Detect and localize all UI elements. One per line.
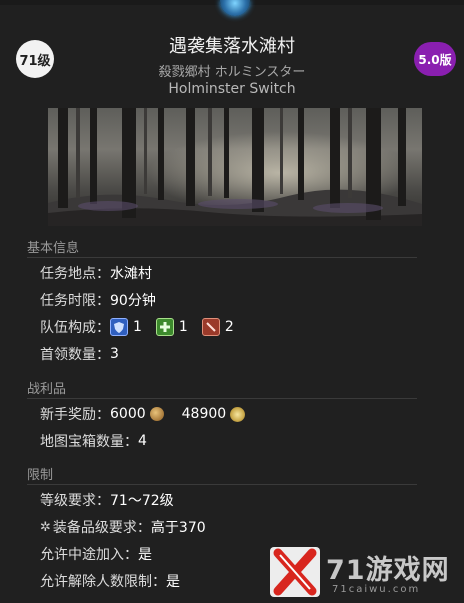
section-header-loot: 战利品: [27, 378, 417, 399]
boss-count-label: 首领数量：: [40, 347, 110, 363]
row-level-requirement: 等级要求： 71～72级: [40, 491, 174, 509]
join-in-progress-value: 是: [138, 547, 152, 563]
dungeon-title: 遇袭集落水滩村: [169, 36, 295, 57]
healer-count: 1: [178, 319, 188, 335]
novice-exp-value: 48900: [181, 406, 227, 422]
location-label: 任务地点：: [40, 266, 110, 282]
row-location: 任务地点： 水滩村: [40, 264, 152, 282]
item-level-value: 高于370: [150, 520, 206, 536]
dungeon-banner-image: [48, 108, 422, 226]
item-level-icon: ✲: [40, 519, 51, 535]
location-value: 水滩村: [110, 266, 152, 282]
section-header-basic-info: 基本信息: [27, 237, 417, 258]
item-level-label: 装备品级要求：: [52, 520, 151, 536]
tank-role-icon: [110, 318, 128, 336]
novice-reward-label: 新手奖励：: [40, 407, 110, 423]
watermark-url: 71caiwu.com: [332, 584, 421, 595]
row-party-composition: 队伍构成： 1 1 2: [40, 318, 234, 336]
experience-icon: [230, 406, 246, 422]
unrestricted-party-value: 是: [166, 574, 180, 590]
tank-count: 1: [133, 319, 142, 335]
watermark-text: 71游戏网: [326, 555, 450, 586]
level-requirement-value: 71～72级: [110, 493, 174, 509]
row-time-limit: 任务时限： 90分钟: [40, 291, 156, 309]
row-boss-count: 首领数量： 3: [40, 345, 119, 363]
boss-count-value: 3: [110, 346, 119, 362]
dungeon-subtitle-japanese: 殺戮郷村 ホルミンスター: [158, 65, 306, 80]
join-in-progress-label: 允许中途加入：: [40, 547, 138, 563]
row-item-level-requirement: ✲ 装备品级要求： 高于370: [40, 518, 206, 537]
row-join-in-progress: 允许中途加入： 是: [40, 545, 152, 563]
dps-count: 2: [224, 319, 234, 335]
row-novice-reward: 新手奖励： 6000 48900: [40, 405, 246, 423]
party-label: 队伍构成：: [40, 320, 110, 336]
dungeon-subtitle-english: Holminster Switch: [168, 81, 296, 97]
watermark-logo-icon: [268, 545, 322, 599]
healer-role-icon: [155, 318, 174, 336]
row-treasure-chests: 地图宝箱数量： 4: [40, 432, 147, 450]
time-limit-value: 90分钟: [110, 293, 156, 309]
dps-role-icon: [201, 318, 220, 336]
unrestricted-party-label: 允许解除人数限制：: [40, 574, 166, 590]
duty-emblem-icon: [220, 0, 250, 16]
section-header-limits: 限制: [27, 464, 417, 485]
treasure-chest-label: 地图宝箱数量：: [40, 434, 138, 450]
time-limit-label: 任务时限：: [40, 293, 110, 309]
level-requirement-label: 等级要求：: [40, 493, 110, 509]
row-unrestricted-party: 允许解除人数限制： 是: [40, 572, 180, 590]
gil-coin-icon: [149, 407, 164, 421]
treasure-chest-value: 4: [138, 433, 147, 449]
novice-gil-value: 6000: [110, 406, 146, 422]
